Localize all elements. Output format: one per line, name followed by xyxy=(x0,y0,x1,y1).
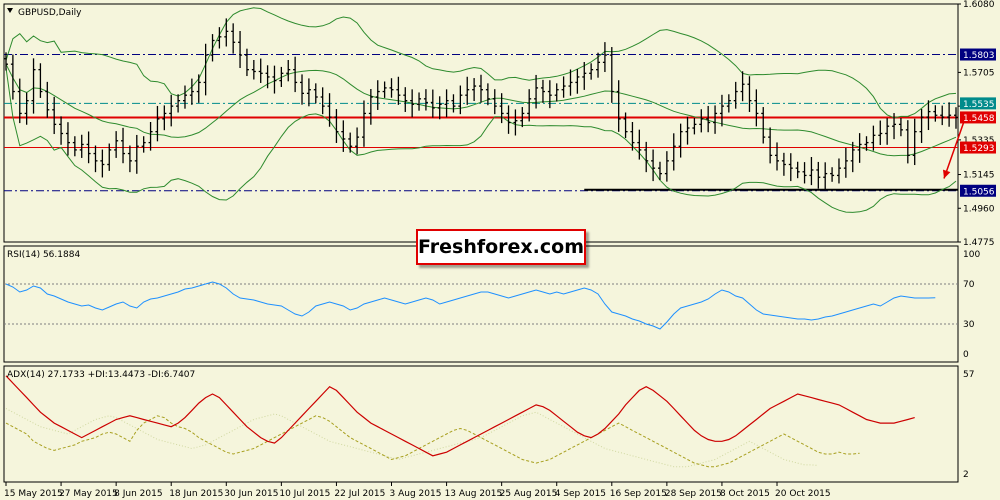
adx-tick-label: 2 xyxy=(963,470,969,480)
x-tick-label: 27 May 2015 xyxy=(59,489,118,499)
price-tick-label: 1.5145 xyxy=(963,171,995,181)
x-tick-label: 8 Oct 2015 xyxy=(720,489,770,499)
x-tick-label: 25 Aug 2015 xyxy=(500,489,558,499)
watermark-logo: Freshforex.com xyxy=(416,229,586,265)
price-tick-label: 1.4775 xyxy=(963,238,995,248)
rsi-tick-label: 100 xyxy=(963,250,980,260)
hline-label-3: 1.5293 xyxy=(963,144,995,154)
x-tick-label: 30 Jun 2015 xyxy=(224,489,278,499)
x-tick-label: 10 Jul 2015 xyxy=(279,489,330,499)
hline-label-4: 1.5056 xyxy=(963,187,995,197)
x-tick-label: 22 Jul 2015 xyxy=(334,489,385,499)
adx-title: ADX(14) 27.1733 +DI:13.4473 -DI:6.7407 xyxy=(7,370,195,380)
x-tick-label: 4 Sep 2015 xyxy=(555,489,606,499)
adx-tick-label: 57 xyxy=(963,370,974,380)
rsi-tick-label: 30 xyxy=(963,320,975,330)
price-panel xyxy=(3,3,959,243)
price-tick-label: 1.6080 xyxy=(963,0,995,10)
rsi-tick-label: 0 xyxy=(963,350,969,360)
hline-label-0: 1.5803 xyxy=(963,51,995,61)
x-tick-label: 15 May 2015 xyxy=(4,489,63,499)
price-title: GBPUSD,Daily xyxy=(18,8,82,18)
x-tick-label: 3 Aug 2015 xyxy=(390,489,442,499)
x-tick-label: 20 Oct 2015 xyxy=(775,489,831,499)
x-tick-label: 28 Sep 2015 xyxy=(665,489,722,499)
chart-root: 1.60801.57051.55201.53351.51451.49601.47… xyxy=(0,0,1000,500)
rsi-title: RSI(14) 56.1884 xyxy=(7,250,80,260)
x-tick-label: 8 Jun 2015 xyxy=(114,489,162,499)
hline-label-2: 1.5458 xyxy=(963,114,995,124)
price-tick-label: 1.4960 xyxy=(963,204,995,214)
hline-label-1: 1.5535 xyxy=(963,100,995,110)
price-tick-label: 1.5705 xyxy=(963,68,995,78)
x-tick-label: 13 Aug 2015 xyxy=(445,489,503,499)
x-tick-label: 16 Sep 2015 xyxy=(610,489,667,499)
x-tick-label: 18 Jun 2015 xyxy=(169,489,223,499)
adx-panel xyxy=(3,365,959,483)
rsi-tick-label: 70 xyxy=(963,280,975,290)
